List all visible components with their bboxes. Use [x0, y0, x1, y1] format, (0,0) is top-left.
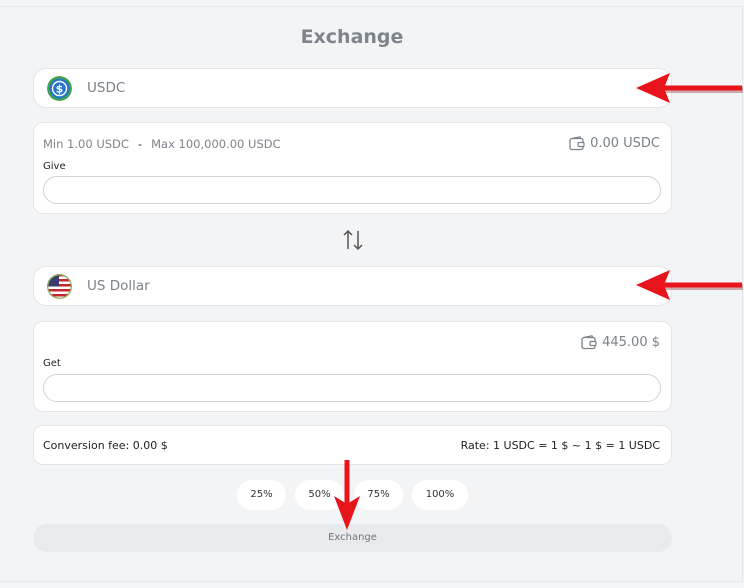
wallet-icon: [569, 136, 585, 151]
us-flag-icon: [47, 274, 72, 299]
give-balance-value: 0.00 USDC: [590, 136, 660, 151]
max-limit: Max 100,000.00 USDC: [151, 137, 281, 151]
conversion-fee: Conversion fee: 0.00 $: [43, 439, 168, 452]
swap-icon[interactable]: [342, 228, 364, 252]
from-currency-selector[interactable]: $ USDC: [33, 68, 672, 108]
annotation-arrow-left-icon: [636, 73, 743, 103]
get-balance-value: 445.00 $: [602, 335, 660, 350]
min-limit: Min 1.00 USDC: [43, 137, 129, 151]
give-label: Give: [43, 161, 66, 172]
usdc-coin-icon: $: [47, 76, 72, 101]
give-amount-input[interactable]: [43, 176, 661, 204]
to-currency-label: US Dollar: [87, 278, 150, 294]
annotation-arrow-left-icon: [636, 270, 743, 300]
from-currency-label: USDC: [87, 80, 126, 96]
percent-25-button[interactable]: 25%: [237, 480, 286, 510]
page-title: Exchange: [300, 26, 404, 48]
get-label: Get: [43, 358, 61, 369]
limit-separator: -: [137, 137, 143, 151]
get-amount-input[interactable]: [43, 374, 661, 402]
wallet-icon: [581, 335, 597, 350]
exchange-rate: Rate: 1 USDC = 1 $ ~ 1 $ = 1 USDC: [460, 439, 660, 452]
svg-text:$: $: [56, 83, 64, 96]
give-balance: 0.00 USDC: [569, 136, 660, 151]
get-balance: 445.00 $: [581, 335, 660, 350]
get-box: 445.00 $ Get: [33, 321, 672, 412]
give-box: Min 1.00 USDC - Max 100,000.00 USDC 0.00 U…: [33, 122, 672, 214]
limits-text: Min 1.00 USDC - Max 100,000.00 USDC: [43, 137, 281, 151]
to-currency-selector[interactable]: US Dollar: [33, 266, 672, 306]
percent-100-button[interactable]: 100%: [412, 480, 468, 510]
annotation-arrow-down-icon: [334, 460, 360, 530]
